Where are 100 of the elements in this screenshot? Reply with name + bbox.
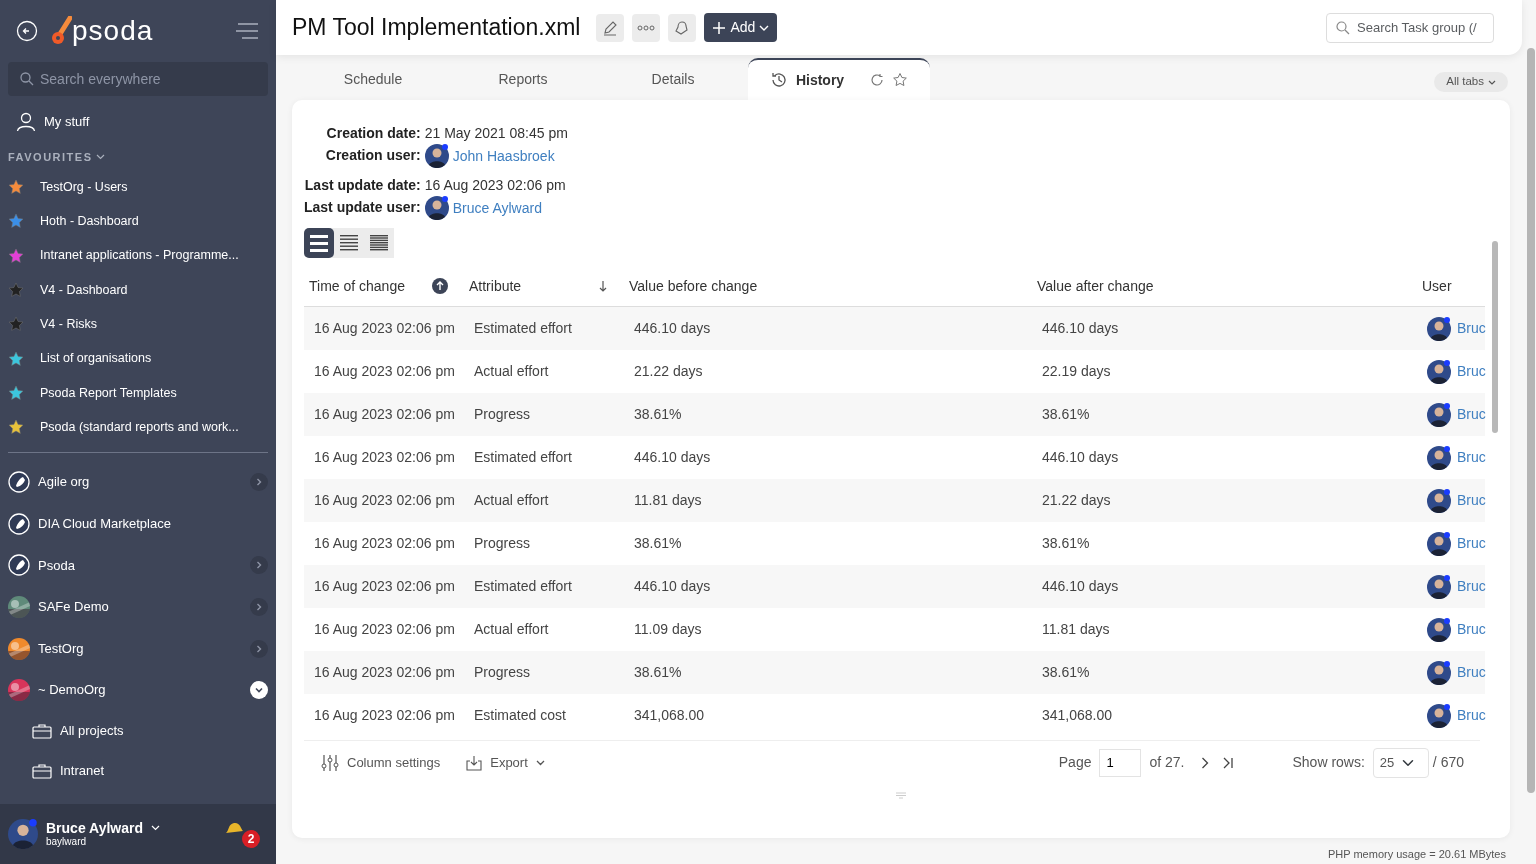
- org-link[interactable]: TestOrg: [38, 638, 84, 659]
- edit-button[interactable]: [596, 13, 625, 42]
- lines-icon: [339, 234, 359, 252]
- favourite-link[interactable]: TestOrg - Users: [40, 177, 128, 197]
- org-link[interactable]: Psoda: [38, 555, 75, 576]
- table-cell-text: 38.61%: [634, 534, 682, 553]
- collapse-icon[interactable]: [250, 681, 268, 700]
- drag-handle-icon[interactable]: [895, 792, 907, 800]
- user-link[interactable]: John Haasbroek: [452, 145, 555, 167]
- avatar: [1427, 531, 1451, 556]
- table-cell-text: Progress: [474, 663, 531, 682]
- table-cell-text: 38.61%: [1042, 534, 1090, 553]
- field-value: 21 May 2021 08:45 pm: [424, 124, 568, 143]
- username: baylward: [46, 836, 88, 849]
- back-icon[interactable]: [16, 20, 38, 42]
- field-label: Last update date:: [304, 176, 421, 195]
- user-link[interactable]: Bruc: [1457, 447, 1486, 468]
- favourite-link[interactable]: Psoda (standard reports and work...: [40, 417, 239, 437]
- expand-icon[interactable]: [250, 639, 268, 658]
- rocket-icon: [8, 471, 30, 494]
- favourite-link[interactable]: V4 - Dashboard: [40, 280, 128, 300]
- table-cell-text: 16 Aug 2023 02:06 pm: [314, 491, 455, 510]
- favourite-link[interactable]: Hoth - Dashboard: [40, 212, 139, 231]
- table-cell-text: 21.22 days: [1042, 491, 1111, 510]
- user-link[interactable]: Bruc: [1457, 705, 1486, 726]
- favourite-link[interactable]: Intranet applications - Programme...: [40, 246, 239, 266]
- org-link[interactable]: DIA Cloud Marketplace: [38, 514, 171, 534]
- table-cell-text: Estimated effort: [474, 577, 572, 596]
- star-icon[interactable]: [892, 72, 909, 88]
- user-link[interactable]: Bruc: [1457, 361, 1486, 382]
- export-button[interactable]: Export: [465, 751, 546, 774]
- org-link[interactable]: Agile org: [38, 472, 90, 492]
- search-icon: [20, 72, 34, 86]
- menu-item[interactable]: My stuff: [44, 112, 90, 132]
- user-name[interactable]: Bruce Aylward: [46, 819, 143, 837]
- avatar: [1427, 359, 1451, 384]
- column-settings-button[interactable]: Column settings: [320, 751, 442, 774]
- lines-icon: [309, 234, 329, 252]
- table-cell-text: 16 Aug 2023 02:06 pm: [314, 448, 455, 467]
- search-field[interactable]: Search Task group (/: [1326, 12, 1494, 43]
- lines-icon: [369, 234, 389, 252]
- favourite-link[interactable]: Psoda Report Templates: [40, 383, 177, 403]
- tab[interactable]: Reports: [448, 58, 598, 100]
- notification-badge: 2: [242, 830, 260, 848]
- table-cell-text: Actual effort: [474, 491, 549, 510]
- expand-icon[interactable]: [250, 556, 268, 575]
- search-field[interactable]: Search everywhere: [8, 62, 268, 96]
- all-tabs-button[interactable]: All tabs: [1434, 72, 1508, 92]
- expand-icon[interactable]: [250, 597, 268, 616]
- plus-icon: [712, 20, 727, 35]
- avatar: [1427, 703, 1451, 728]
- notify-button[interactable]: [668, 13, 697, 42]
- tab[interactable]: Details: [598, 58, 748, 100]
- table-cell-text: 16 Aug 2023 02:06 pm: [314, 620, 455, 639]
- sliders-icon: [321, 753, 339, 772]
- table-cell-text: 22.19 days: [1042, 362, 1111, 381]
- avatar: [424, 144, 449, 168]
- dots-icon: [637, 24, 656, 31]
- org-link[interactable]: SAFe Demo: [38, 597, 109, 617]
- rocket-icon: [8, 554, 30, 577]
- column-header[interactable]: Time of change: [309, 275, 405, 297]
- table-cell-text: 16 Aug 2023 02:06 pm: [314, 534, 455, 553]
- avatar: [1427, 617, 1451, 642]
- sort-up-icon[interactable]: [432, 278, 448, 294]
- user-link[interactable]: Bruce Aylward: [452, 197, 542, 219]
- more-button[interactable]: [632, 13, 661, 42]
- page-field[interactable]: 1: [1099, 748, 1142, 777]
- expand-icon[interactable]: [250, 473, 268, 492]
- column-header[interactable]: Value after change: [1037, 275, 1154, 297]
- menu-icon[interactable]: [234, 22, 260, 40]
- favourite-link[interactable]: V4 - Risks: [40, 314, 97, 334]
- sort-down-icon[interactable]: [598, 280, 608, 292]
- search-icon: [1336, 20, 1350, 35]
- table-cell-text: 446.10 days: [634, 448, 711, 467]
- column-header[interactable]: Attribute: [469, 275, 522, 297]
- add-button[interactable]: Add: [704, 13, 778, 42]
- rows-select[interactable]: 25: [1372, 747, 1429, 778]
- table-cell-text: Actual effort: [474, 362, 549, 381]
- table-cell-text: 11.09 days: [634, 620, 702, 639]
- column-header[interactable]: Value before change: [629, 275, 758, 297]
- row-total: / 670: [1432, 753, 1464, 772]
- tab[interactable]: History: [748, 58, 930, 100]
- rows-label: Show rows:: [1292, 753, 1365, 772]
- column-header[interactable]: User: [1422, 275, 1452, 297]
- next-page-icon[interactable]: [1200, 756, 1209, 769]
- avatar: [1427, 660, 1451, 685]
- project-link[interactable]: Intranet: [60, 761, 105, 781]
- page-scrollbar[interactable]: [1527, 48, 1535, 793]
- density-button[interactable]: [304, 228, 334, 258]
- project-link[interactable]: All projects: [60, 721, 124, 741]
- vertical-scrollbar[interactable]: [1492, 241, 1498, 433]
- table-cell-text: 16 Aug 2023 02:06 pm: [314, 362, 455, 381]
- tab[interactable]: Schedule: [298, 58, 448, 100]
- refresh-icon[interactable]: [870, 73, 885, 87]
- last-page-icon[interactable]: [1222, 756, 1233, 769]
- org-link[interactable]: ~ DemoOrg: [38, 680, 106, 700]
- avatar: [424, 196, 449, 220]
- favourite-link[interactable]: List of organisations: [40, 349, 152, 368]
- user-link[interactable]: Bruc: [1457, 619, 1486, 640]
- user-link[interactable]: Bruc: [1457, 533, 1486, 554]
